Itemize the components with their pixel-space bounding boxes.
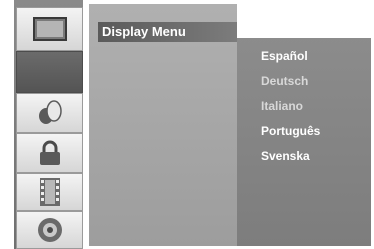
audio-icon: [38, 100, 62, 124]
language-option[interactable]: Deutsch: [261, 69, 320, 94]
language-submenu: Español Deutsch Italiano Português Svens…: [237, 4, 371, 246]
sidebar-item-audio[interactable]: [16, 93, 83, 133]
sidebar-item-display[interactable]: [16, 51, 83, 93]
sidebar-item-disc[interactable]: [16, 211, 83, 249]
menu-panel: Display Menu Español Deutsch Italiano Po…: [89, 4, 371, 246]
sidebar-item-film[interactable]: [16, 173, 83, 211]
menu-list: Display Menu: [89, 4, 237, 246]
language-option[interactable]: Español: [261, 44, 320, 69]
disc-icon: [37, 218, 62, 242]
menu-item-display[interactable]: Display Menu: [98, 22, 237, 42]
language-option[interactable]: Italiano: [261, 94, 320, 119]
submenu-header: [237, 4, 371, 38]
language-option[interactable]: Português: [261, 119, 320, 144]
language-list: Español Deutsch Italiano Português Svens…: [261, 44, 320, 169]
sidebar: [14, 0, 83, 249]
lock-icon: [39, 140, 60, 165]
film-icon: [39, 178, 60, 206]
sidebar-item-lock[interactable]: [16, 133, 83, 173]
tv-icon: [32, 17, 67, 41]
language-option[interactable]: Svenska: [261, 144, 320, 169]
osd-screen: Display Menu Español Deutsch Italiano Po…: [0, 0, 374, 249]
sidebar-item-tv[interactable]: [16, 7, 83, 51]
